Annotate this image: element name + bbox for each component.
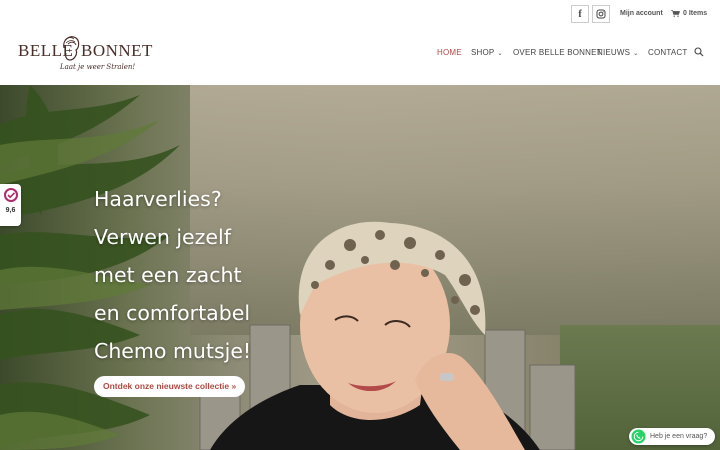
hero-headline: Haarverlies? Verwen jezelf met een zacht… [94,180,334,370]
logo-tagline: Laat je weer Stralen! [60,63,136,71]
chevron-down-icon: ⌄ [497,51,503,57]
rating-badge[interactable]: 9,6 [0,184,21,226]
site-header: BELLE BONNET Laat je weer Stralen! HOME … [0,28,720,85]
whatsapp-icon [631,429,646,444]
instagram-icon[interactable] [592,5,610,23]
nav-nieuws-label: NIEUWS [597,48,631,57]
hero-banner: Haarverlies? Verwen jezelf met een zacht… [0,85,720,450]
hero-line: en comfortabel [94,301,251,325]
top-bar: f Mijn account 0 Items [0,0,720,28]
main-nav: HOME SHOP ⌄ OVER BELLE BONNET NIEUWS ⌄ CON… [0,47,720,62]
nav-home[interactable]: HOME [437,48,462,57]
whatsapp-label: Heb je een vraag? [650,433,708,440]
nav-contact[interactable]: CONTACT [648,48,687,57]
cart-icon [671,10,680,17]
cart-label: 0 Items [683,10,708,17]
rating-badge-icon [3,188,18,202]
rating-value: 9,6 [5,207,16,214]
my-account-link[interactable]: Mijn account [620,10,663,17]
new-collection-button[interactable]: Ontdek onze nieuwste collectie » [94,376,246,397]
search-icon[interactable] [694,47,704,57]
nav-shop[interactable]: SHOP ⌄ [471,48,503,57]
hero-line: Haarverlies? [94,187,222,211]
nav-nieuws[interactable]: NIEUWS ⌄ [597,48,638,57]
cart-link[interactable]: 0 Items [671,10,707,17]
hero-line: Chemo mutsje! [94,339,252,363]
whatsapp-chat-button[interactable]: Heb je een vraag? [629,428,715,445]
hero-line: met een zacht [94,263,242,287]
hero-line: Verwen jezelf [94,225,231,249]
nav-over-belle-bonnet[interactable]: OVER BELLE BONNET [513,48,602,57]
facebook-icon[interactable]: f [571,5,589,23]
nav-shop-label: SHOP [471,48,495,57]
chevron-down-icon: ⌄ [633,51,639,57]
